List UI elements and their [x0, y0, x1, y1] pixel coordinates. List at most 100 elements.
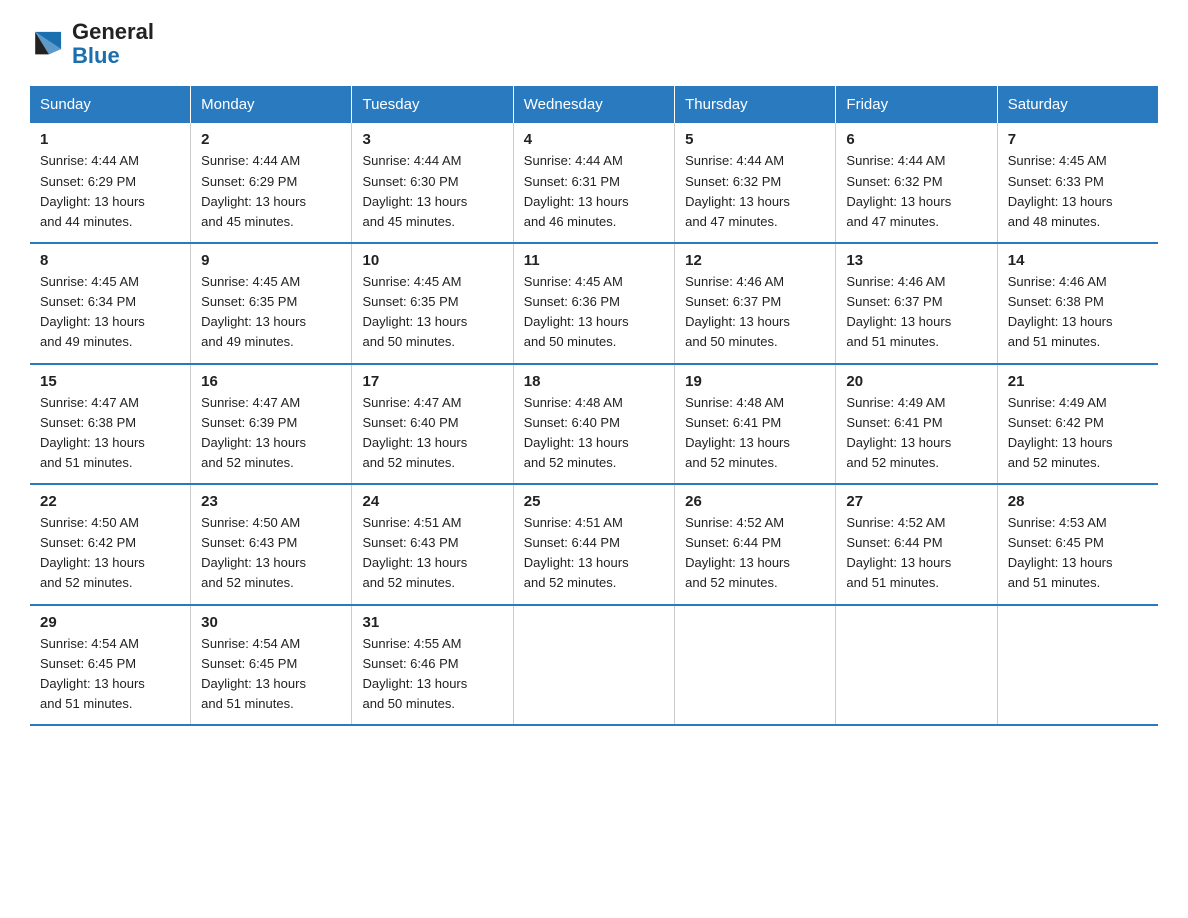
calendar-cell: 24Sunrise: 4:51 AMSunset: 6:43 PMDayligh… [352, 484, 513, 605]
weekday-header-sunday: Sunday [30, 86, 191, 123]
day-number: 20 [846, 373, 986, 390]
day-info: Sunrise: 4:45 AMSunset: 6:35 PMDaylight:… [362, 274, 467, 349]
day-number: 15 [40, 373, 180, 390]
day-info: Sunrise: 4:45 AMSunset: 6:33 PMDaylight:… [1008, 153, 1113, 228]
general-blue-logo-icon [30, 25, 68, 63]
calendar-cell: 2 Sunrise: 4:44 AMSunset: 6:29 PMDaylight… [191, 123, 352, 243]
day-info: Sunrise: 4:49 AMSunset: 6:41 PMDaylight:… [846, 395, 951, 470]
day-info: Sunrise: 4:47 AMSunset: 6:38 PMDaylight:… [40, 395, 145, 470]
logo-text: General Blue [72, 20, 154, 68]
calendar-cell: 20 Sunrise: 4:49 AMSunset: 6:41 PMDayligh… [836, 364, 997, 485]
day-number: 24 [362, 493, 502, 510]
day-number: 8 [40, 252, 180, 269]
calendar-cell: 15 Sunrise: 4:47 AMSunset: 6:38 PMDayligh… [30, 364, 191, 485]
calendar-cell: 29Sunrise: 4:54 AMSunset: 6:45 PMDayligh… [30, 605, 191, 726]
day-number: 27 [846, 493, 986, 510]
day-info: Sunrise: 4:45 AMSunset: 6:35 PMDaylight:… [201, 274, 306, 349]
calendar-cell: 28Sunrise: 4:53 AMSunset: 6:45 PMDayligh… [997, 484, 1158, 605]
calendar-week-row: 29Sunrise: 4:54 AMSunset: 6:45 PMDayligh… [30, 605, 1158, 726]
day-number: 11 [524, 252, 664, 269]
calendar-cell: 3 Sunrise: 4:44 AMSunset: 6:30 PMDaylight… [352, 123, 513, 243]
calendar-week-row: 22Sunrise: 4:50 AMSunset: 6:42 PMDayligh… [30, 484, 1158, 605]
day-info: Sunrise: 4:44 AMSunset: 6:32 PMDaylight:… [685, 153, 790, 228]
day-info: Sunrise: 4:47 AMSunset: 6:39 PMDaylight:… [201, 395, 306, 470]
day-number: 16 [201, 373, 341, 390]
calendar-cell: 5 Sunrise: 4:44 AMSunset: 6:32 PMDaylight… [675, 123, 836, 243]
logo: General Blue [30, 20, 154, 68]
calendar-cell: 14 Sunrise: 4:46 AMSunset: 6:38 PMDayligh… [997, 243, 1158, 364]
calendar-cell: 4 Sunrise: 4:44 AMSunset: 6:31 PMDaylight… [513, 123, 674, 243]
day-info: Sunrise: 4:51 AMSunset: 6:44 PMDaylight:… [524, 515, 629, 590]
calendar-cell: 21 Sunrise: 4:49 AMSunset: 6:42 PMDayligh… [997, 364, 1158, 485]
day-number: 26 [685, 493, 825, 510]
day-info: Sunrise: 4:45 AMSunset: 6:36 PMDaylight:… [524, 274, 629, 349]
calendar-cell: 27 Sunrise: 4:52 AMSunset: 6:44 PMDayligh… [836, 484, 997, 605]
day-info: Sunrise: 4:48 AMSunset: 6:41 PMDaylight:… [685, 395, 790, 470]
day-number: 28 [1008, 493, 1148, 510]
calendar-cell: 30 Sunrise: 4:54 AMSunset: 6:45 PMDayligh… [191, 605, 352, 726]
calendar-cell [836, 605, 997, 726]
weekday-header-thursday: Thursday [675, 86, 836, 123]
calendar-week-row: 1 Sunrise: 4:44 AMSunset: 6:29 PMDaylight… [30, 123, 1158, 243]
day-info: Sunrise: 4:46 AMSunset: 6:38 PMDaylight:… [1008, 274, 1113, 349]
calendar-cell: 13 Sunrise: 4:46 AMSunset: 6:37 PMDayligh… [836, 243, 997, 364]
calendar-cell: 8 Sunrise: 4:45 AMSunset: 6:34 PMDaylight… [30, 243, 191, 364]
calendar-cell: 1 Sunrise: 4:44 AMSunset: 6:29 PMDaylight… [30, 123, 191, 243]
calendar-cell: 17 Sunrise: 4:47 AMSunset: 6:40 PMDayligh… [352, 364, 513, 485]
calendar-cell: 25Sunrise: 4:51 AMSunset: 6:44 PMDayligh… [513, 484, 674, 605]
day-number: 2 [201, 131, 341, 148]
day-number: 18 [524, 373, 664, 390]
day-number: 21 [1008, 373, 1148, 390]
day-number: 6 [846, 131, 986, 148]
day-info: Sunrise: 4:54 AMSunset: 6:45 PMDaylight:… [40, 636, 145, 711]
day-info: Sunrise: 4:46 AMSunset: 6:37 PMDaylight:… [846, 274, 951, 349]
day-number: 19 [685, 373, 825, 390]
calendar-table: SundayMondayTuesdayWednesdayThursdayFrid… [30, 86, 1158, 726]
day-number: 3 [362, 131, 502, 148]
day-number: 4 [524, 131, 664, 148]
calendar-cell: 6 Sunrise: 4:44 AMSunset: 6:32 PMDaylight… [836, 123, 997, 243]
day-info: Sunrise: 4:44 AMSunset: 6:29 PMDaylight:… [40, 153, 145, 228]
day-info: Sunrise: 4:55 AMSunset: 6:46 PMDaylight:… [362, 636, 467, 711]
calendar-cell: 16 Sunrise: 4:47 AMSunset: 6:39 PMDayligh… [191, 364, 352, 485]
day-info: Sunrise: 4:44 AMSunset: 6:31 PMDaylight:… [524, 153, 629, 228]
day-number: 30 [201, 614, 341, 631]
weekday-header-wednesday: Wednesday [513, 86, 674, 123]
day-info: Sunrise: 4:49 AMSunset: 6:42 PMDaylight:… [1008, 395, 1113, 470]
day-info: Sunrise: 4:44 AMSunset: 6:29 PMDaylight:… [201, 153, 306, 228]
day-info: Sunrise: 4:45 AMSunset: 6:34 PMDaylight:… [40, 274, 145, 349]
calendar-cell: 10Sunrise: 4:45 AMSunset: 6:35 PMDayligh… [352, 243, 513, 364]
day-number: 17 [362, 373, 502, 390]
calendar-cell: 23Sunrise: 4:50 AMSunset: 6:43 PMDayligh… [191, 484, 352, 605]
calendar-cell: 22Sunrise: 4:50 AMSunset: 6:42 PMDayligh… [30, 484, 191, 605]
day-number: 13 [846, 252, 986, 269]
day-info: Sunrise: 4:44 AMSunset: 6:32 PMDaylight:… [846, 153, 951, 228]
day-number: 7 [1008, 131, 1148, 148]
day-number: 14 [1008, 252, 1148, 269]
calendar-week-row: 8 Sunrise: 4:45 AMSunset: 6:34 PMDaylight… [30, 243, 1158, 364]
calendar-cell: 7 Sunrise: 4:45 AMSunset: 6:33 PMDaylight… [997, 123, 1158, 243]
calendar-cell: 19 Sunrise: 4:48 AMSunset: 6:41 PMDayligh… [675, 364, 836, 485]
day-info: Sunrise: 4:47 AMSunset: 6:40 PMDaylight:… [362, 395, 467, 470]
day-number: 23 [201, 493, 341, 510]
weekday-header-tuesday: Tuesday [352, 86, 513, 123]
calendar-cell: 12 Sunrise: 4:46 AMSunset: 6:37 PMDayligh… [675, 243, 836, 364]
weekday-header-friday: Friday [836, 86, 997, 123]
day-number: 5 [685, 131, 825, 148]
day-number: 9 [201, 252, 341, 269]
day-number: 12 [685, 252, 825, 269]
calendar-cell [997, 605, 1158, 726]
day-info: Sunrise: 4:52 AMSunset: 6:44 PMDaylight:… [685, 515, 790, 590]
calendar-cell: 18 Sunrise: 4:48 AMSunset: 6:40 PMDayligh… [513, 364, 674, 485]
calendar-week-row: 15 Sunrise: 4:47 AMSunset: 6:38 PMDayligh… [30, 364, 1158, 485]
day-info: Sunrise: 4:46 AMSunset: 6:37 PMDaylight:… [685, 274, 790, 349]
calendar-cell: 11 Sunrise: 4:45 AMSunset: 6:36 PMDayligh… [513, 243, 674, 364]
day-number: 1 [40, 131, 180, 148]
day-info: Sunrise: 4:48 AMSunset: 6:40 PMDaylight:… [524, 395, 629, 470]
weekday-header-saturday: Saturday [997, 86, 1158, 123]
page-header: General Blue [30, 20, 1158, 68]
day-info: Sunrise: 4:44 AMSunset: 6:30 PMDaylight:… [362, 153, 467, 228]
day-info: Sunrise: 4:52 AMSunset: 6:44 PMDaylight:… [846, 515, 951, 590]
day-info: Sunrise: 4:54 AMSunset: 6:45 PMDaylight:… [201, 636, 306, 711]
calendar-cell: 9 Sunrise: 4:45 AMSunset: 6:35 PMDaylight… [191, 243, 352, 364]
